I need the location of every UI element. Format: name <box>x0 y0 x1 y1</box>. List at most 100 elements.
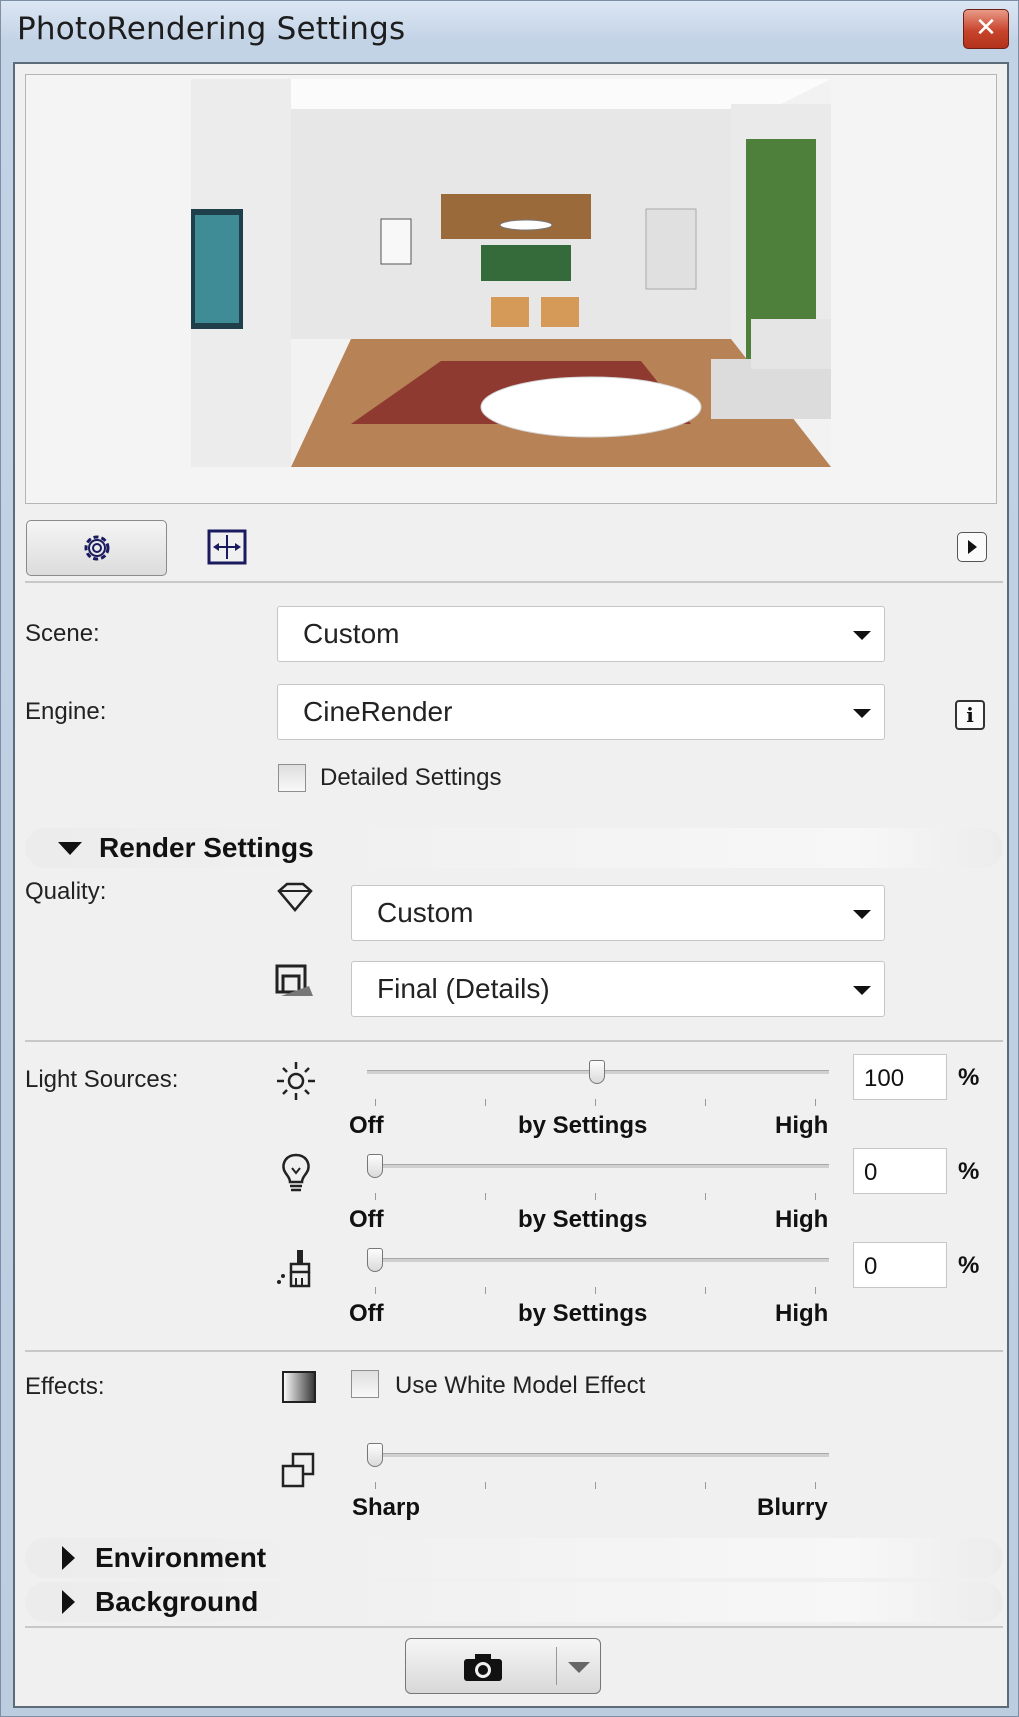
scene-label: Scene: <box>25 620 100 647</box>
scene-dropdown[interactable]: Custom <box>277 606 885 662</box>
white-model-label: Use White Model Effect <box>395 1372 646 1399</box>
white-model-checkbox[interactable] <box>351 1370 379 1398</box>
tick <box>705 1287 706 1294</box>
expand-icon <box>62 1590 75 1614</box>
render-settings-title: Render Settings <box>99 832 314 863</box>
info-icon: i <box>966 703 974 727</box>
tick <box>705 1482 706 1489</box>
light-slider-thumb[interactable] <box>367 1154 383 1178</box>
slider-track <box>367 1258 829 1262</box>
tick <box>375 1099 376 1106</box>
environment-header[interactable]: Environment <box>25 1538 1003 1578</box>
percent-unit: % <box>958 1158 980 1185</box>
light-value-input[interactable]: 0 <box>853 1242 947 1288</box>
tick <box>595 1193 596 1200</box>
expand-icon <box>62 1546 75 1570</box>
slider-min-label: Off <box>349 1206 384 1233</box>
close-icon: ✕ <box>975 13 997 43</box>
background-title: Background <box>95 1586 259 1617</box>
percent-unit: % <box>958 1064 980 1091</box>
divider <box>25 1350 1003 1352</box>
tick <box>815 1482 816 1489</box>
render-detail-icon <box>275 964 313 996</box>
blur-min-label: Sharp <box>352 1494 421 1521</box>
chevron-down-icon <box>853 709 871 718</box>
divider <box>25 581 1003 583</box>
engine-value: CineRender <box>303 696 453 727</box>
tick <box>705 1193 706 1200</box>
tab-settings[interactable] <box>26 520 167 576</box>
settings-panel: Scene: Custom Engine: CineRender i Detai… <box>13 62 1009 1708</box>
light-value-input[interactable]: 100 <box>853 1054 947 1100</box>
divider <box>25 1040 1003 1042</box>
tick <box>375 1287 376 1294</box>
tick <box>705 1099 706 1106</box>
blur-icon <box>281 1452 315 1488</box>
render-button[interactable] <box>405 1638 601 1694</box>
tick <box>485 1099 486 1106</box>
tick <box>485 1193 486 1200</box>
divider <box>25 1626 1003 1628</box>
tick <box>595 1287 596 1294</box>
sun-icon <box>277 1062 315 1100</box>
tick <box>595 1099 596 1106</box>
camera-icon <box>464 1654 502 1681</box>
photorendering-window: PhotoRendering Settings ✕ Scene: Custom … <box>0 0 1019 1717</box>
slider-track <box>367 1164 829 1168</box>
chevron-down-icon <box>853 631 871 640</box>
tick <box>375 1482 376 1489</box>
slider-max-label: High <box>775 1206 829 1233</box>
detail-value: Final (Details) <box>377 973 550 1004</box>
button-divider <box>556 1647 557 1685</box>
slider-track <box>367 1453 829 1457</box>
scene-value: Custom <box>303 618 400 649</box>
light-sources-label: Light Sources: <box>25 1066 179 1093</box>
quality-value: Custom <box>377 897 474 928</box>
detailed-settings-label: Detailed Settings <box>320 764 502 791</box>
gear-icon <box>84 535 109 561</box>
white-model-icon <box>282 1371 316 1403</box>
light-slider-thumb[interactable] <box>367 1248 383 1272</box>
tick <box>815 1287 816 1294</box>
collapse-icon <box>58 842 82 855</box>
engine-dropdown[interactable]: CineRender <box>277 684 885 740</box>
render-preview <box>25 74 997 504</box>
blur-slider-thumb[interactable] <box>367 1443 383 1467</box>
tick <box>485 1287 486 1294</box>
chevron-down-icon[interactable] <box>568 1662 590 1673</box>
slider-max-label: High <box>775 1112 829 1139</box>
info-button[interactable]: i <box>955 700 985 730</box>
light-value-input[interactable]: 0 <box>853 1148 947 1194</box>
tick <box>815 1099 816 1106</box>
brush-icon <box>277 1250 311 1288</box>
slider-mid-label: by Settings <box>518 1112 648 1139</box>
quality-dropdown[interactable]: Custom <box>351 885 885 941</box>
tab-size[interactable] <box>192 520 262 576</box>
slider-mid-label: by Settings <box>518 1206 648 1233</box>
window-title: PhotoRendering Settings <box>17 11 406 47</box>
tick <box>485 1482 486 1489</box>
slider-mid-label: by Settings <box>518 1300 648 1327</box>
preview-image <box>191 79 831 467</box>
chevron-down-icon <box>853 986 871 995</box>
slider-max-label: High <box>775 1300 829 1327</box>
title-bar[interactable]: PhotoRendering Settings ✕ <box>1 1 1019 57</box>
background-header[interactable]: Background <box>25 1582 1003 1622</box>
effects-label: Effects: <box>25 1373 105 1400</box>
tick <box>815 1193 816 1200</box>
detailed-settings-checkbox[interactable] <box>278 764 306 792</box>
percent-unit: % <box>958 1252 980 1279</box>
panel-menu-button[interactable] <box>957 532 987 562</box>
tick <box>595 1482 596 1489</box>
light-slider-thumb[interactable] <box>589 1060 605 1084</box>
quality-label: Quality: <box>25 878 107 905</box>
close-button[interactable]: ✕ <box>963 9 1009 49</box>
chevron-down-icon <box>853 910 871 919</box>
render-settings-header[interactable]: Render Settings <box>25 828 1003 868</box>
diamond-icon <box>277 882 313 912</box>
size-dimension-icon <box>207 529 247 565</box>
tick <box>375 1193 376 1200</box>
lightbulb-icon <box>282 1153 310 1192</box>
blur-max-label: Blurry <box>757 1494 828 1521</box>
detail-dropdown[interactable]: Final (Details) <box>351 961 885 1017</box>
